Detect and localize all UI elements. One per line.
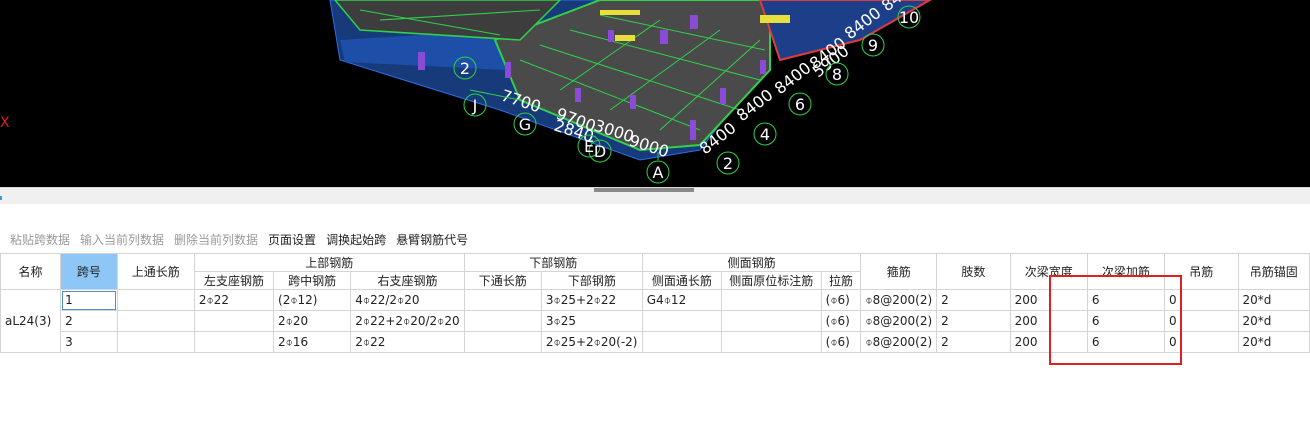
delete-column-data-button[interactable]: 删除当前列数据 bbox=[169, 229, 263, 251]
beam-rebar-table: 名称 跨号 上通长筋 上部钢筋 下部钢筋 侧面钢筋 箍筋 肢数 次梁宽度 次梁加… bbox=[0, 253, 1310, 353]
top-through-cell[interactable] bbox=[116, 289, 195, 311]
header-legs[interactable]: 肢数 bbox=[936, 253, 1011, 290]
side-in-situ-cell[interactable] bbox=[720, 331, 822, 353]
table-row: 2 2⌽20 2⌽22+2⌽20/2⌽20 3⌽25 (⌽6) ⌽8@200(2… bbox=[1, 310, 1310, 332]
right-support-cell[interactable]: 2⌽22 bbox=[350, 331, 465, 353]
mid-span-cell[interactable]: (2⌽12) bbox=[273, 289, 352, 311]
header-side-group: 侧面钢筋 bbox=[641, 253, 862, 272]
hanger-anchor-cell[interactable]: 20*d bbox=[1237, 289, 1310, 311]
side-in-situ-cell[interactable] bbox=[720, 310, 822, 332]
grid-bubble-label: 4 bbox=[760, 125, 770, 144]
tie-bar-cell[interactable]: (⌽6) bbox=[820, 289, 862, 311]
hanger-cell[interactable]: 0 bbox=[1164, 331, 1239, 353]
table-row: 3 2⌽16 2⌽22 2⌽25+2⌽20(-2) (⌽6) ⌽8@200(2)… bbox=[1, 331, 1310, 353]
grid-bubble-label: 9 bbox=[868, 36, 878, 55]
hanger-cell[interactable]: 0 bbox=[1164, 289, 1239, 311]
panel-splitter[interactable] bbox=[0, 187, 1310, 204]
left-support-cell[interactable] bbox=[193, 331, 275, 353]
grid-bubble-label: 10 bbox=[899, 8, 919, 27]
secondary-add-cell[interactable]: 6 bbox=[1086, 331, 1166, 353]
bottom-rebar-cell[interactable]: 2⌽25+2⌽20(-2) bbox=[540, 331, 643, 353]
grid-bubble-label: 8 bbox=[832, 65, 842, 84]
bottom-rebar-cell[interactable]: 3⌽25+2⌽22 bbox=[540, 289, 643, 311]
header-top-through[interactable]: 上通长筋 bbox=[116, 253, 195, 290]
header-top-group: 上部钢筋 bbox=[193, 253, 465, 272]
side-through-cell[interactable] bbox=[641, 331, 722, 353]
bottom-through-cell[interactable] bbox=[463, 289, 542, 311]
header-bottom-through[interactable]: 下通长筋 bbox=[463, 271, 542, 290]
swap-start-span-button[interactable]: 调换起始跨 bbox=[321, 229, 391, 251]
mid-span-cell[interactable]: 2⌽20 bbox=[273, 310, 352, 332]
header-mid-span[interactable]: 跨中钢筋 bbox=[273, 271, 352, 290]
paste-span-data-button[interactable]: 粘贴跨数据 bbox=[0, 229, 75, 251]
grid-bubble-label: A bbox=[653, 163, 664, 182]
table-toolbar: 粘贴跨数据 输入当前列数据 删除当前列数据 页面设置 调换起始跨 悬臂钢筋代号 bbox=[0, 226, 1310, 254]
span-cell[interactable]: 1 bbox=[60, 289, 118, 311]
header-stirrup[interactable]: 箍筋 bbox=[860, 253, 938, 290]
header-bottom-rebar[interactable]: 下部钢筋 bbox=[540, 271, 643, 290]
secondary-add-cell[interactable]: 6 bbox=[1086, 289, 1166, 311]
cantilever-rebar-code-button[interactable]: 悬臂钢筋代号 bbox=[391, 229, 473, 251]
grid-bubble-label: E bbox=[584, 137, 594, 156]
secondary-width-cell[interactable]: 200 bbox=[1009, 289, 1088, 311]
secondary-width-cell[interactable]: 200 bbox=[1009, 331, 1088, 353]
3d-model-viewport[interactable]: 7700 9700 2840 3000 9000 8400 8400 8400 … bbox=[0, 0, 1310, 187]
splitter-handle[interactable] bbox=[594, 188, 694, 192]
secondary-add-cell[interactable]: 6 bbox=[1086, 310, 1166, 332]
side-through-cell[interactable]: G4⌽12 bbox=[641, 289, 722, 311]
bottom-rebar-cell[interactable]: 3⌽25 bbox=[540, 310, 643, 332]
right-support-cell[interactable]: 2⌽22+2⌽20/2⌽20 bbox=[350, 310, 465, 332]
input-column-data-button[interactable]: 输入当前列数据 bbox=[75, 229, 169, 251]
span-cell[interactable]: 2 bbox=[60, 310, 118, 332]
hanger-cell[interactable]: 0 bbox=[1164, 310, 1239, 332]
secondary-width-cell[interactable]: 200 bbox=[1009, 310, 1088, 332]
table-row: aL24(3) 1 2⌽22 (2⌽12) 4⌽22/2⌽20 3⌽25+2⌽2… bbox=[0, 289, 1310, 353]
header-tie-bar[interactable]: 拉筋 bbox=[820, 271, 862, 290]
span-cell[interactable]: 3 bbox=[60, 331, 118, 353]
grid-bubble-label: G bbox=[519, 115, 531, 134]
stirrup-cell[interactable]: ⌽8@200(2) bbox=[860, 289, 938, 311]
grid-bubble-label: 2 bbox=[723, 154, 733, 173]
header-hanger[interactable]: 吊筋 bbox=[1164, 253, 1239, 290]
bottom-through-cell[interactable] bbox=[463, 310, 542, 332]
left-support-cell[interactable] bbox=[193, 310, 275, 332]
legs-cell[interactable]: 2 bbox=[936, 310, 1011, 332]
hanger-anchor-cell[interactable]: 20*d bbox=[1237, 331, 1310, 353]
hanger-anchor-cell[interactable]: 20*d bbox=[1237, 310, 1310, 332]
dimension-label: 8400 bbox=[771, 58, 815, 98]
page-setup-button[interactable]: 页面设置 bbox=[263, 229, 321, 251]
side-through-cell[interactable] bbox=[641, 310, 722, 332]
header-span-no[interactable]: 跨号 bbox=[60, 253, 118, 290]
stirrup-cell[interactable]: ⌽8@200(2) bbox=[860, 331, 938, 353]
grid-bubble-label: D bbox=[594, 142, 606, 161]
top-through-cell[interactable] bbox=[116, 331, 195, 353]
header-bottom-group: 下部钢筋 bbox=[463, 253, 643, 272]
header-right-support[interactable]: 右支座钢筋 bbox=[350, 271, 465, 290]
tie-bar-cell[interactable]: (⌽6) bbox=[820, 331, 862, 353]
header-left-support[interactable]: 左支座钢筋 bbox=[193, 271, 275, 290]
grid-bubble-label: 2 bbox=[460, 59, 470, 78]
side-in-situ-cell[interactable] bbox=[720, 289, 822, 311]
beam-name-cell[interactable]: aL24(3) bbox=[0, 289, 62, 353]
legs-cell[interactable]: 2 bbox=[936, 289, 1011, 311]
left-support-cell[interactable]: 2⌽22 bbox=[193, 289, 275, 311]
header-name[interactable]: 名称 bbox=[0, 253, 62, 290]
header-side-in-situ[interactable]: 侧面原位标注筋 bbox=[720, 271, 822, 290]
top-through-cell[interactable] bbox=[116, 310, 195, 332]
splitter-marker bbox=[0, 196, 2, 200]
right-support-cell[interactable]: 4⌽22/2⌽20 bbox=[350, 289, 465, 311]
building-model-render: 7700 9700 2840 3000 9000 8400 8400 8400 … bbox=[0, 0, 933, 184]
mid-span-cell[interactable]: 2⌽16 bbox=[273, 331, 352, 353]
header-hanger-anchor[interactable]: 吊筋锚固 bbox=[1237, 253, 1310, 290]
legs-cell[interactable]: 2 bbox=[936, 331, 1011, 353]
axis-x-label: X bbox=[0, 115, 10, 131]
grid-bubble-label: 6 bbox=[795, 95, 805, 114]
stirrup-cell[interactable]: ⌽8@200(2) bbox=[860, 310, 938, 332]
tie-bar-cell[interactable]: (⌽6) bbox=[820, 310, 862, 332]
bottom-through-cell[interactable] bbox=[463, 331, 542, 353]
header-secondary-width[interactable]: 次梁宽度 bbox=[1009, 253, 1088, 290]
header-side-through[interactable]: 侧面通长筋 bbox=[641, 271, 722, 290]
grid-bubble-label: J bbox=[472, 96, 478, 115]
header-secondary-add[interactable]: 次梁加筋 bbox=[1086, 253, 1166, 290]
